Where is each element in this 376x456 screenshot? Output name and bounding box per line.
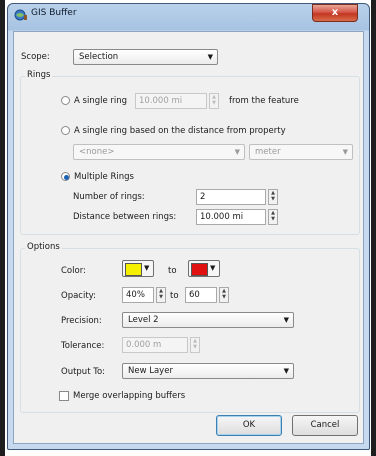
rings-group-title: Rings <box>25 70 53 80</box>
unit-select-value: meter <box>255 147 281 157</box>
output-to-value: New Layer <box>128 366 173 376</box>
precision-label: Precision: <box>61 316 102 326</box>
ok-button[interactable]: OK <box>216 415 282 436</box>
chevron-down-icon: ▼ <box>234 148 240 156</box>
property-ring-radio[interactable] <box>61 126 70 135</box>
chevron-down-icon: ▼ <box>144 264 150 272</box>
single-ring-suffix: from the feature <box>229 96 299 106</box>
multiple-rings-radio[interactable] <box>61 172 70 181</box>
color-label: Color: <box>61 266 86 276</box>
merge-buffers-checkbox[interactable] <box>59 391 69 401</box>
number-of-rings-spinner[interactable]: ▲ ▼ <box>268 189 278 205</box>
scope-select[interactable]: Selection ▼ <box>73 49 218 65</box>
options-group-title: Options <box>25 242 62 252</box>
number-of-rings-value: 2 <box>200 192 206 202</box>
property-select[interactable]: <none> ▼ <box>73 144 245 160</box>
single-ring-label: A single ring <box>74 96 128 106</box>
close-button[interactable]: x <box>312 4 358 22</box>
multiple-rings-label: Multiple Rings <box>74 172 134 182</box>
chevron-down-icon: ▼ <box>210 264 216 272</box>
window-title: GIS Buffer <box>31 8 77 18</box>
ring-distance-input[interactable]: 10.000 mi <box>196 209 266 225</box>
property-ring-label: A single ring based on the distance from… <box>74 126 286 136</box>
chevron-down-icon: ▼ <box>207 53 213 61</box>
precision-select[interactable]: Level 2 ▼ <box>122 312 294 328</box>
tolerance-value: 0.000 m <box>126 340 162 350</box>
scope-value: Selection <box>79 52 119 62</box>
output-to-label: Output To: <box>61 367 106 377</box>
single-ring-spinner[interactable]: ▲ ▼ <box>209 93 219 109</box>
chevron-down-icon: ▼ <box>283 316 289 324</box>
opacity-label: Opacity: <box>61 291 96 301</box>
chevron-down-icon: ▼ <box>283 367 289 375</box>
scope-label: Scope: <box>21 52 50 62</box>
cancel-button[interactable]: Cancel <box>292 415 358 436</box>
number-of-rings-label: Number of rings: <box>73 192 145 202</box>
ring-distance-value: 10.000 mi <box>200 212 244 222</box>
tolerance-spinner[interactable]: ▲ ▼ <box>190 337 200 353</box>
unit-select[interactable]: meter ▼ <box>249 144 353 160</box>
opacity-from-spinner[interactable]: ▲ ▼ <box>156 287 166 303</box>
single-ring-distance-value: 10.000 mi <box>139 96 183 106</box>
to-color-swatch <box>191 263 208 276</box>
merge-buffers-label: Merge overlapping buffers <box>73 391 186 401</box>
right-edge-bar <box>371 0 376 456</box>
single-ring-distance-input[interactable]: 10.000 mi <box>135 93 207 109</box>
close-icon: x <box>331 7 339 18</box>
opacity-from-value: 40% <box>126 290 145 300</box>
ring-distance-spinner[interactable]: ▲ ▼ <box>268 209 278 225</box>
opacity-to-value: 60 <box>189 290 200 300</box>
chevron-down-icon: ▼ <box>342 148 348 156</box>
color-to-label: to <box>168 266 177 276</box>
from-color-swatch <box>125 263 142 276</box>
opacity-from-input[interactable]: 40% <box>122 287 154 303</box>
ring-distance-label: Distance between rings: <box>73 212 177 222</box>
opacity-to-spinner[interactable]: ▲ ▼ <box>219 287 229 303</box>
property-select-value: <none> <box>79 147 115 157</box>
globe-icon <box>14 9 27 21</box>
cancel-button-label: Cancel <box>310 420 340 430</box>
output-to-select[interactable]: New Layer ▼ <box>122 363 294 379</box>
ok-button-label: OK <box>242 420 256 430</box>
from-color-button[interactable]: ▼ <box>122 260 154 277</box>
left-edge-bar <box>0 0 5 456</box>
opacity-to-label: to <box>170 291 179 301</box>
tolerance-input[interactable]: 0.000 m <box>122 337 188 353</box>
to-color-button[interactable]: ▼ <box>188 260 220 277</box>
number-of-rings-input[interactable]: 2 <box>196 189 266 205</box>
single-ring-radio[interactable] <box>61 96 70 105</box>
tolerance-label: Tolerance: <box>61 341 105 351</box>
opacity-to-input[interactable]: 60 <box>185 287 217 303</box>
precision-value: Level 2 <box>128 315 159 325</box>
